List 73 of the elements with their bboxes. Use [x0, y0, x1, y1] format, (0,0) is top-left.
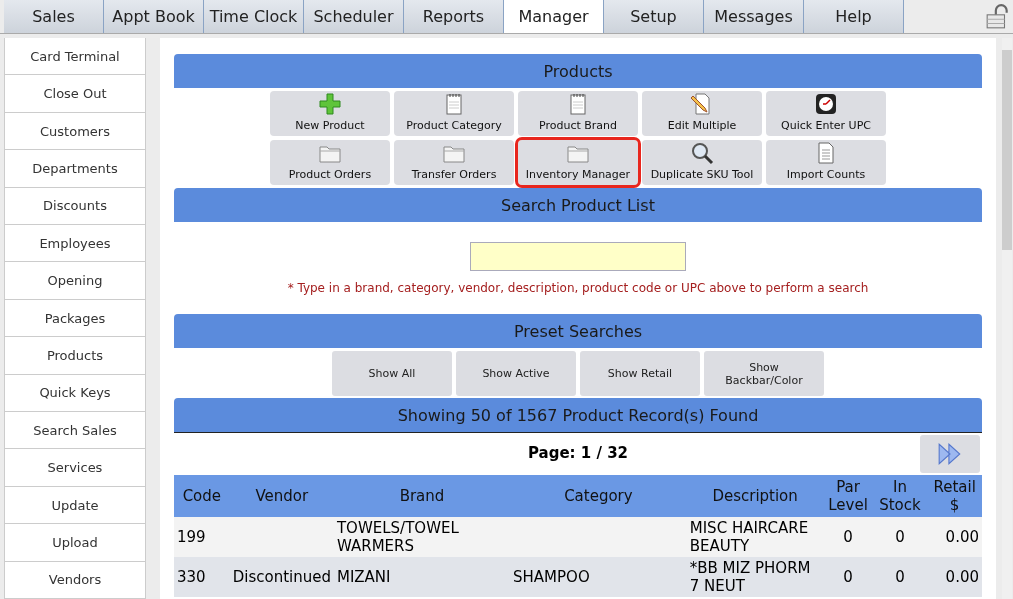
section-header: Products — [174, 54, 982, 88]
nav-tab[interactable]: Scheduler — [304, 0, 404, 33]
double-arrow-icon — [937, 441, 963, 467]
sidebar-item[interactable]: Search Sales — [4, 412, 146, 450]
table-cell: 0 — [872, 557, 928, 597]
next-page-button[interactable] — [920, 435, 980, 473]
table-cell: MIZANI — [333, 557, 511, 597]
table-cell: 0.00 — [927, 557, 982, 597]
table-cell: MISC HAIRCARE BEAUTY — [686, 517, 824, 557]
table-cell: *BB MIZ PHORM 7 NEUT — [686, 557, 824, 597]
results-header: Showing 50 of 1567 Product Record(s) Found — [174, 398, 982, 432]
sidebar-item[interactable]: Close Out — [4, 75, 146, 113]
table-cell: 0.00 — [927, 517, 982, 557]
search-hint: * Type in a brand, category, vendor, description, product code or UPC above to perform a search — [287, 280, 869, 295]
sidebar-item[interactable]: Vendors — [4, 561, 146, 599]
section-header: Search Product List — [174, 188, 982, 222]
sidebar-item[interactable]: Update — [4, 486, 146, 525]
sidebar-item[interactable]: Customers — [4, 112, 146, 151]
column-header: Code — [174, 475, 230, 517]
page-indicator: Page: 1 / 32 — [527, 444, 629, 462]
sidebar-item[interactable]: Products — [4, 337, 146, 375]
column-header: Description — [686, 475, 824, 517]
clock-icon — [814, 92, 838, 116]
search-field[interactable] — [470, 241, 686, 271]
column-header: Brand — [333, 475, 511, 517]
plus-icon — [318, 92, 342, 116]
toolbar-button[interactable]: Inventory Manager — [518, 140, 638, 185]
magnifier-icon — [690, 141, 714, 165]
preset-button[interactable]: Show All — [332, 351, 452, 396]
column-header: In Stock — [872, 475, 928, 517]
toolbar-button[interactable]: Duplicate SKU Tool — [642, 140, 762, 185]
nav-tab[interactable]: Sales — [4, 0, 104, 33]
sidebar-item[interactable]: Upload — [4, 524, 146, 562]
toolbar-button[interactable]: New Product — [270, 91, 390, 136]
sidebar-item[interactable]: Card Terminal — [4, 38, 146, 76]
nav-tab[interactable]: Reports — [404, 0, 504, 33]
nav-tab[interactable]: Manager — [504, 0, 604, 33]
column-header: Vendor — [229, 475, 334, 517]
table-cell: TOWELS/TOWEL WARMERS — [333, 517, 511, 557]
column-header: Category — [510, 475, 687, 517]
table-cell: 330 — [174, 557, 230, 597]
sidebar-item[interactable]: Opening — [4, 262, 146, 300]
column-header: Par Level — [823, 475, 873, 517]
column-header: Retail $ — [927, 475, 982, 517]
sidebar-item[interactable]: Departments — [4, 150, 146, 188]
sidebar-item[interactable]: Employees — [4, 225, 146, 263]
table-cell: 0 — [872, 517, 928, 557]
sidebar-item[interactable]: Discounts — [4, 187, 146, 226]
table-cell: 199 — [174, 517, 230, 557]
sidebar-item[interactable]: Services — [4, 449, 146, 487]
sidebar-item[interactable]: Quick Keys — [4, 374, 146, 413]
toolbar-button[interactable]: Product Brand — [518, 91, 638, 136]
nav-tab[interactable]: Help — [804, 0, 904, 33]
toolbar-button[interactable]: Transfer Orders — [394, 140, 514, 185]
preset-button[interactable]: Show Active — [456, 351, 576, 396]
table-cell: 0 — [823, 517, 873, 557]
toolbar-button[interactable]: Product Category — [394, 91, 514, 136]
toolbar-button[interactable]: Quick Enter UPC — [766, 91, 886, 136]
table-cell: SHAMPOO — [510, 557, 687, 597]
nav-tab[interactable]: Setup — [604, 0, 704, 33]
table-cell: Discontinued — [229, 557, 334, 597]
toolbar-button[interactable]: Edit Multiple — [642, 91, 762, 136]
preset-button[interactable]: Show Retail — [580, 351, 700, 396]
toolbar-button[interactable]: Product Orders — [270, 140, 390, 185]
nav-tab[interactable]: Appt Book — [104, 0, 204, 33]
section-header: Preset Searches — [174, 314, 982, 348]
nav-tab[interactable]: Time Clock — [204, 0, 304, 33]
table-cell: 0 — [823, 557, 873, 597]
sidebar-item[interactable]: Packages — [4, 299, 146, 338]
nav-tab[interactable]: Messages — [704, 0, 804, 33]
toolbar-button[interactable]: Import Counts — [766, 140, 886, 185]
preset-button[interactable]: Show Backbar/Color — [704, 351, 824, 396]
scrollbar-thumb[interactable] — [1002, 50, 1012, 250]
